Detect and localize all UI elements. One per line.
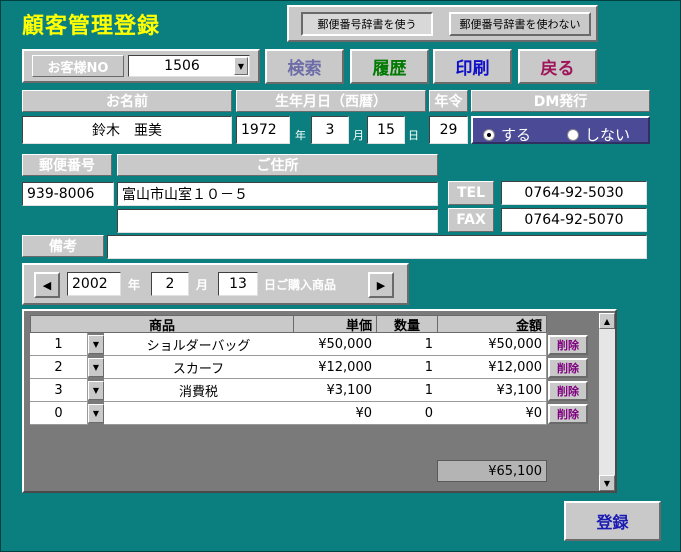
- delete-row-button[interactable]: 削除: [548, 381, 588, 401]
- address-line1-field[interactable]: 富山市山室１０－５: [117, 182, 438, 206]
- dm-no-option[interactable]: しない: [567, 124, 630, 145]
- purchase-table-panel: 商品 単価 数量 金額 1 ショルダーバッグ ¥50,000 1 ¥50,000 ▼ 削除 2…: [22, 309, 617, 493]
- year-unit-label: 年: [295, 129, 306, 142]
- use-dictionary-toggle[interactable]: 郵便番号辞書を使う: [301, 12, 433, 36]
- history-button[interactable]: 履歴: [350, 49, 429, 84]
- address-line2-field[interactable]: [117, 209, 438, 233]
- scroll-down-icon[interactable]: ▼: [599, 475, 615, 491]
- purchase-suffix-label: 日ご購入商品: [264, 278, 337, 292]
- name-label: お名前: [22, 90, 232, 112]
- purchase-date-panel: ◀ 2002 年 2 月 13 日ご購入商品 ▶: [22, 263, 409, 305]
- purchase-year-unit: 年: [128, 278, 141, 292]
- row-product[interactable]: スカーフ: [104, 356, 294, 379]
- dm-radio-group: する しない: [471, 116, 650, 144]
- row-amount[interactable]: ¥50,000: [437, 333, 547, 356]
- customer-no-label: お客様NO: [32, 55, 124, 77]
- row-qty[interactable]: 1: [376, 333, 438, 356]
- postal-field[interactable]: 939-8006: [22, 182, 114, 206]
- search-button[interactable]: 検索: [265, 49, 344, 84]
- purchase-day-field[interactable]: 13: [218, 272, 258, 296]
- back-button[interactable]: 戻る: [518, 49, 597, 84]
- register-button-label: 登録: [596, 513, 629, 532]
- back-button-label: 戻る: [540, 59, 575, 79]
- row-product[interactable]: ショルダーバッグ: [104, 333, 294, 356]
- purchase-month-field[interactable]: 2: [151, 272, 189, 296]
- header-qty: 数量: [376, 315, 438, 334]
- header-product: 商品: [30, 315, 294, 334]
- row-price[interactable]: ¥0: [293, 402, 377, 425]
- dm-yes-label: する: [501, 126, 532, 144]
- row-number[interactable]: 3: [30, 379, 88, 402]
- notes-field[interactable]: [107, 235, 647, 259]
- table-scrollbar[interactable]: ▲ ▼: [599, 313, 615, 491]
- birth-month-field[interactable]: 3: [311, 116, 349, 144]
- row-amount[interactable]: ¥3,100: [437, 379, 547, 402]
- chevron-down-icon[interactable]: ▼: [88, 404, 104, 423]
- row-product[interactable]: 消費税: [104, 379, 294, 402]
- row-price[interactable]: ¥50,000: [293, 333, 377, 356]
- row-qty[interactable]: 1: [376, 356, 438, 379]
- chevron-down-icon[interactable]: ▼: [88, 358, 104, 377]
- page-title: 顧客管理登録: [22, 14, 161, 39]
- chevron-down-icon[interactable]: ▼: [88, 335, 104, 354]
- age-field[interactable]: 29: [429, 116, 468, 144]
- print-button[interactable]: 印刷: [433, 49, 512, 84]
- scroll-up-icon[interactable]: ▲: [599, 313, 615, 329]
- birthday-label: 生年月日（西暦）: [236, 90, 426, 112]
- purchase-year-field[interactable]: 2002: [67, 272, 121, 296]
- delete-row-button[interactable]: 削除: [548, 358, 588, 378]
- name-field[interactable]: 鈴木 亜美: [22, 116, 232, 144]
- row-qty[interactable]: 0: [376, 402, 438, 425]
- header-price: 単価: [293, 315, 377, 334]
- radio-unselected-icon[interactable]: [567, 128, 579, 141]
- fax-label: FAX: [448, 208, 494, 232]
- dm-label: DM発行: [471, 90, 650, 112]
- notes-label: 備考: [22, 235, 104, 257]
- day-unit-label: 日: [408, 129, 419, 142]
- history-button-label: 履歴: [372, 59, 407, 79]
- tel-field[interactable]: 0764-92-5030: [501, 181, 647, 205]
- birth-year-field[interactable]: 1972: [236, 116, 290, 144]
- chevron-down-icon[interactable]: ▼: [88, 381, 104, 400]
- tel-label: TEL: [448, 181, 494, 205]
- row-price[interactable]: ¥12,000: [293, 356, 377, 379]
- header-amount: 金額: [437, 315, 547, 334]
- search-button-label: 検索: [287, 59, 322, 79]
- fax-field[interactable]: 0764-92-5070: [501, 208, 647, 232]
- next-date-button[interactable]: ▶: [368, 272, 394, 298]
- triangle-right-icon: ▶: [376, 278, 386, 292]
- row-price[interactable]: ¥3,100: [293, 379, 377, 402]
- month-unit-label: 月: [353, 129, 364, 142]
- total-amount: ¥65,100: [437, 460, 547, 482]
- register-button[interactable]: 登録: [564, 501, 661, 541]
- triangle-left-icon: ◀: [42, 278, 52, 292]
- prev-date-button[interactable]: ◀: [34, 272, 60, 298]
- row-number[interactable]: 0: [30, 402, 88, 425]
- row-number[interactable]: 1: [30, 333, 88, 356]
- chevron-down-icon[interactable]: ▼: [234, 57, 248, 75]
- row-qty[interactable]: 1: [376, 379, 438, 402]
- purchase-month-unit: 月: [196, 278, 209, 292]
- row-amount[interactable]: ¥0: [437, 402, 547, 425]
- row-product[interactable]: [104, 402, 294, 425]
- row-number[interactable]: 2: [30, 356, 88, 379]
- birth-day-field[interactable]: 15: [367, 116, 405, 144]
- postal-label: 郵便番号: [22, 154, 112, 176]
- dictionary-toggle-panel: 郵便番号辞書を使う 郵便番号辞書を使わない: [287, 5, 598, 42]
- delete-row-button[interactable]: 削除: [548, 404, 588, 424]
- dm-no-label: しない: [585, 126, 631, 144]
- customer-no-panel: お客様NO 1506 ▼: [22, 49, 260, 83]
- address-label: ご住所: [117, 154, 438, 176]
- age-label: 年令: [429, 90, 468, 112]
- row-amount[interactable]: ¥12,000: [437, 356, 547, 379]
- delete-row-button[interactable]: 削除: [548, 335, 588, 355]
- no-dictionary-toggle[interactable]: 郵便番号辞書を使わない: [449, 12, 591, 36]
- customer-no-select[interactable]: 1506: [128, 55, 250, 77]
- radio-selected-icon[interactable]: [483, 128, 495, 141]
- print-button-label: 印刷: [455, 59, 490, 79]
- dm-yes-option[interactable]: する: [483, 124, 531, 145]
